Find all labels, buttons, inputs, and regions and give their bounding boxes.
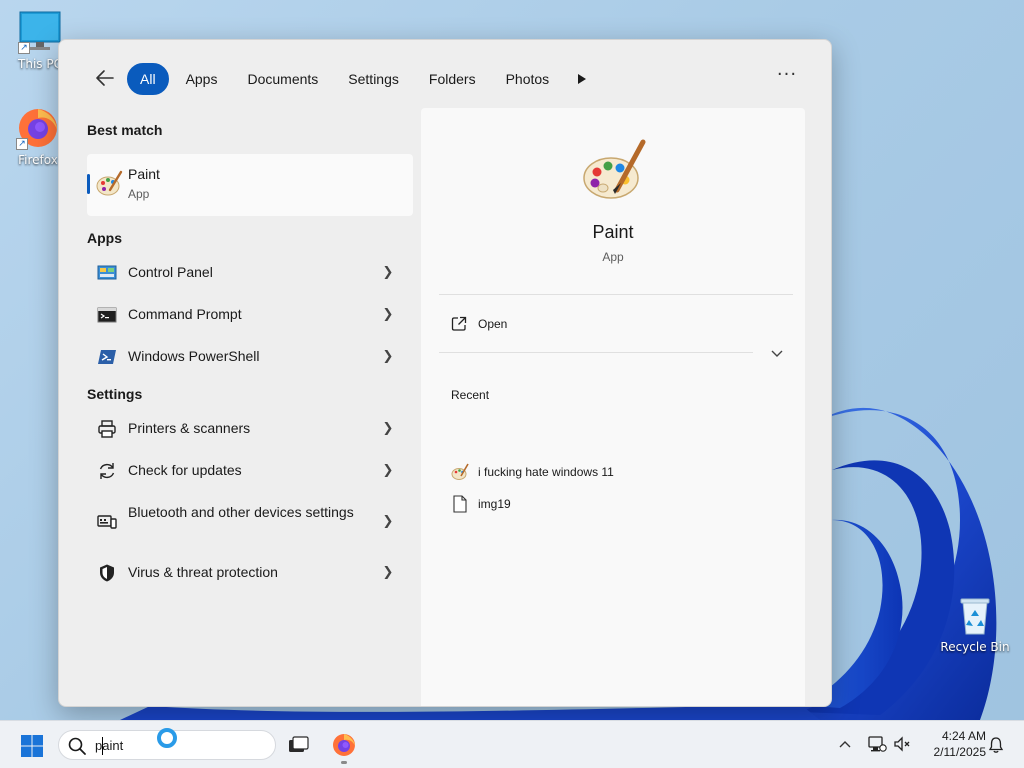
notifications-button[interactable] [988,736,1004,754]
app-result-control-panel[interactable]: Control Panel ❯ [87,252,413,294]
play-icon [578,74,587,84]
chevron-right-icon[interactable]: ❯ [381,347,395,367]
shield-icon [97,563,117,583]
setting-result-check-updates[interactable]: Check for updates ❯ [87,450,413,492]
monitor-icon: ↗ [18,10,62,54]
apps-heading: Apps [87,230,122,246]
app-result-label: Control Panel [128,264,213,280]
filter-chips: All Apps Documents Settings Folders Phot… [127,63,598,95]
selection-indicator [87,174,90,194]
chevron-right-icon[interactable]: ❯ [381,512,395,532]
filter-documents[interactable]: Documents [234,63,331,95]
chevron-right-icon[interactable]: ❯ [381,563,395,583]
filter-bar: All Apps Documents Settings Folders Phot… [59,40,831,110]
search-panel: All Apps Documents Settings Folders Phot… [58,39,832,707]
recent-item-label: img19 [478,497,511,511]
search-highlight-icon[interactable] [157,728,177,748]
taskbar-firefox-button[interactable] [332,733,356,757]
document-icon [451,495,469,513]
network-icon [868,736,887,752]
task-view-icon [289,736,309,752]
volume-muted-icon [894,736,910,752]
command-prompt-icon [97,305,117,325]
shortcut-arrow-icon: ↗ [18,42,30,54]
setting-result-label: Printers & scanners [128,420,251,436]
control-panel-icon [97,263,117,283]
chevron-right-icon[interactable]: ❯ [381,263,395,283]
arrow-left-icon [96,70,114,86]
setting-result-label: Bluetooth and other devices settings [128,504,354,520]
setting-result-label: Virus & threat protection [128,564,278,580]
app-result-label: Command Prompt [128,306,242,322]
results-list: Best match Paint App Apps Control Panel … [87,110,413,594]
best-match-title: Paint [128,166,160,182]
show-hidden-icons-button[interactable] [836,735,854,753]
more-filters-button[interactable] [566,63,598,95]
chevron-right-icon[interactable]: ❯ [381,461,395,481]
refresh-icon [97,461,117,481]
running-indicator [341,761,347,764]
filter-all[interactable]: All [127,63,169,95]
search-input-value: paint [95,738,124,753]
setting-result-printers[interactable]: Printers & scanners ❯ [87,408,413,450]
bell-icon [988,737,1004,753]
firefox-icon: ↗ [16,106,60,150]
task-view-button[interactable] [288,735,310,755]
paint-palette-icon [95,170,123,198]
app-result-windows-powershell[interactable]: Windows PowerShell ❯ [87,336,413,378]
settings-heading: Settings [87,386,143,402]
divider [439,294,793,295]
text-caret [102,737,103,755]
network-button[interactable] [867,735,887,753]
app-result-label: Windows PowerShell [128,348,260,364]
desktop-icon-recycle-bin[interactable]: Recycle Bin [940,596,1010,654]
recent-item-label: i fucking hate windows 11 [478,465,614,479]
filter-apps[interactable]: Apps [173,63,231,95]
clock-time: 4:24 AM [941,729,986,743]
more-options-button[interactable]: ··· [775,64,799,92]
detail-subtitle: App [602,250,624,264]
chevron-up-icon [839,741,851,748]
back-button[interactable] [93,66,117,90]
search-icon [67,736,87,756]
recent-heading: Recent [451,388,490,402]
open-action-label: Open [478,317,508,331]
setting-result-virus-protection[interactable]: Virus & threat protection ❯ [87,552,413,594]
clock[interactable]: 4:24 AM 2/11/2025 [918,728,987,760]
divider [439,352,753,353]
firefox-icon [333,734,355,756]
start-button[interactable] [20,734,44,758]
detail-pane: Paint App Open Recent i fucking hate win… [421,108,805,706]
expand-button[interactable] [767,344,787,364]
clock-date: 2/11/2025 [933,745,987,759]
ellipsis-icon: ··· [776,64,798,85]
chevron-down-icon [771,350,783,357]
setting-result-bluetooth[interactable]: Bluetooth and other devices settings ❯ [87,492,413,552]
devices-icon [97,512,117,532]
chevron-right-icon[interactable]: ❯ [381,305,395,325]
volume-button[interactable] [893,735,911,753]
taskbar: paint 4:24 AM 2/11/2025 [0,720,1024,768]
chevron-right-icon[interactable]: ❯ [381,419,395,439]
recycle-bin-icon [957,596,993,636]
detail-title: Paint [592,222,634,242]
paint-palette-icon [581,138,649,206]
open-external-icon [451,316,467,332]
paint-palette-icon [451,463,469,481]
best-match-card[interactable]: Paint App [87,154,413,216]
powershell-icon [97,347,117,367]
desktop-icon-label: Recycle Bin [940,640,1010,654]
setting-result-label: Check for updates [128,462,242,478]
taskbar-search-input[interactable]: paint [58,728,276,760]
best-match-subtitle: App [128,187,150,201]
app-result-command-prompt[interactable]: Command Prompt ❯ [87,294,413,336]
filter-settings[interactable]: Settings [335,63,412,95]
filter-folders[interactable]: Folders [416,63,489,95]
windows-logo-icon [21,735,43,757]
filter-photos[interactable]: Photos [493,63,563,95]
shortcut-arrow-icon: ↗ [16,138,28,150]
best-match-heading: Best match [87,122,163,138]
printer-icon [97,419,117,439]
